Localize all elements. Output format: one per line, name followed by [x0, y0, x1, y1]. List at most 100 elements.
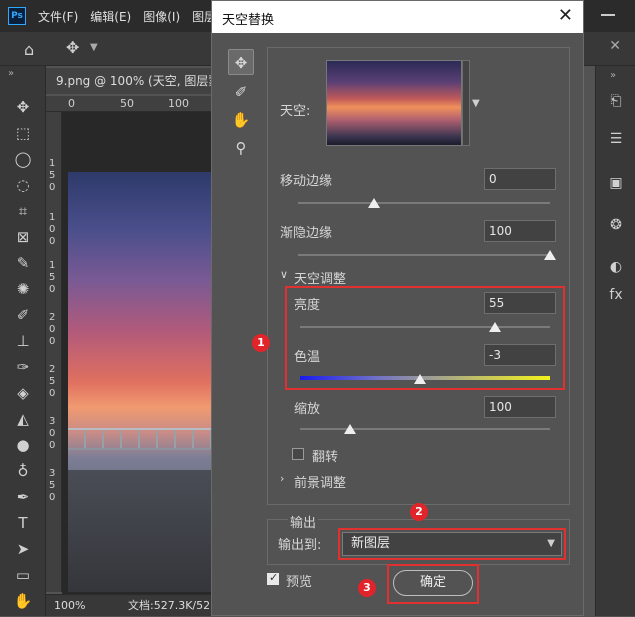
output-header: 输出	[288, 512, 319, 531]
ruler-label: 3	[49, 468, 56, 479]
document-tab[interactable]: 9.png @ 100% (天空, 图层蒙版	[46, 68, 216, 94]
healing-icon[interactable]: ✺	[12, 278, 34, 300]
eyedropper-icon[interactable]: ✎	[12, 252, 34, 274]
photoshop-logo: Ps	[8, 7, 26, 25]
step-badge-3: 3	[358, 579, 376, 597]
fade-edge-input[interactable]: 100	[484, 220, 556, 242]
scale-slider-thumb[interactable]	[344, 424, 356, 434]
libraries-panel-icon[interactable]: ▣	[605, 172, 627, 194]
ruler-label: 0	[49, 492, 56, 503]
properties-panel-icon[interactable]: ☰	[605, 128, 627, 150]
chevron-down-icon[interactable]: ∨	[280, 268, 288, 281]
crop-icon[interactable]: ⌗	[12, 200, 34, 222]
ruler-label: 1	[49, 260, 56, 271]
move-icon[interactable]: ✥	[12, 96, 34, 118]
history-brush-icon[interactable]: ✑	[12, 356, 34, 378]
sky-label: 天空:	[280, 104, 311, 119]
ruler-label: 0	[49, 440, 56, 451]
sky-settings-group: 天空: ▼ 移动边缘 0 渐隐边缘 100 ∨ 天空调整 亮度 55 色温 -3…	[267, 47, 570, 505]
type-icon[interactable]: T	[12, 512, 34, 534]
adjustments-panel-icon[interactable]: ◐	[605, 256, 627, 278]
preview-label: 预览	[286, 575, 313, 590]
stamp-icon[interactable]: ⊥	[12, 330, 34, 352]
path-select-icon[interactable]: ➤	[12, 538, 34, 560]
sky-preset-thumbnail[interactable]	[326, 60, 462, 146]
zoom-icon[interactable]: ⚲	[228, 135, 254, 161]
ruler-label: 0	[68, 97, 75, 110]
ruler-label: 0	[49, 388, 56, 399]
preview-checkbox[interactable]	[267, 571, 279, 585]
fx-icon[interactable]: fx	[605, 284, 627, 306]
eraser-icon[interactable]: ◈	[12, 382, 34, 404]
ruler-label: 2	[49, 364, 56, 375]
dialog-titlebar[interactable]: 天空替换 ✕	[212, 1, 583, 33]
close-icon[interactable]: ✕	[558, 5, 573, 26]
menu-file[interactable]: 文件(F)	[38, 8, 78, 25]
ruler-label: 0	[49, 224, 56, 235]
ruler-horizontal: 0 50 100	[46, 96, 216, 112]
hand-icon[interactable]: ✋	[12, 590, 34, 612]
shape-icon[interactable]: ▭	[12, 564, 34, 586]
frame-icon[interactable]: ⊠	[12, 226, 34, 248]
ruler-label: 50	[120, 97, 134, 110]
highlight-box-1	[285, 286, 565, 390]
sky-preset-scrollbar[interactable]	[462, 60, 470, 146]
quick-select-icon[interactable]: ◌	[12, 174, 34, 196]
paint-bucket-icon[interactable]: ◭	[12, 408, 34, 430]
ruler-label: 1	[49, 212, 56, 223]
ok-button[interactable]: 确定	[393, 570, 473, 596]
collapse-icon[interactable]: »	[610, 70, 616, 81]
chevron-down-icon[interactable]: ▼	[90, 42, 98, 53]
ruler-label: 0	[49, 284, 56, 295]
move-edge-slider[interactable]	[298, 202, 550, 204]
fade-edge-label: 渐隐边缘	[280, 226, 333, 241]
chevron-down-icon[interactable]: ▼	[472, 98, 480, 109]
move-edge-slider-thumb[interactable]	[367, 198, 380, 208]
home-icon[interactable]: ⌂	[24, 40, 34, 59]
scale-slider[interactable]	[300, 428, 550, 430]
chevron-right-icon[interactable]: ›	[280, 472, 284, 485]
ruler-label: 0	[49, 324, 56, 335]
scale-label: 缩放	[294, 402, 321, 417]
ruler-label: 1	[49, 158, 56, 169]
sky-move-tool-icon[interactable]: ✥	[228, 49, 254, 75]
history-panel-icon[interactable]: ⎗	[605, 90, 627, 112]
output-to-label: 输出到:	[278, 538, 322, 553]
move-tool-icon[interactable]: ✥	[66, 38, 79, 57]
zoom-level[interactable]: 100%	[54, 595, 85, 617]
lasso-icon[interactable]: ◯	[12, 148, 34, 170]
move-edge-input[interactable]: 0	[484, 168, 556, 190]
scale-input[interactable]: 100	[484, 396, 556, 418]
step-badge-1: 1	[252, 334, 270, 352]
dodge-icon[interactable]: ♁	[12, 460, 34, 482]
close-panel-icon[interactable]: ✕	[609, 38, 621, 54]
marquee-icon[interactable]: ⬚	[12, 122, 34, 144]
brush-icon[interactable]: ✐	[12, 304, 34, 326]
fade-edge-slider[interactable]	[298, 254, 550, 256]
sky-brush-icon[interactable]: ✐	[228, 79, 254, 105]
ruler-label: 0	[49, 236, 56, 247]
menu-edit[interactable]: 编辑(E)	[90, 8, 131, 25]
ruler-label: 0	[49, 182, 56, 193]
ruler-label: 0	[49, 336, 56, 347]
ruler-label: 5	[49, 480, 56, 491]
menu-image[interactable]: 图像(I)	[143, 8, 180, 25]
ruler-label: 0	[49, 428, 56, 439]
move-edge-label: 移动边缘	[280, 174, 333, 189]
ruler-label: 2	[49, 312, 56, 323]
highlight-box-2	[338, 528, 566, 560]
fade-edge-slider-thumb[interactable]	[544, 250, 556, 260]
hand-icon[interactable]: ✋	[228, 107, 254, 133]
minimize-icon[interactable]	[601, 14, 615, 16]
ruler-label: 5	[49, 272, 56, 283]
flip-checkbox[interactable]	[292, 448, 304, 460]
collapse-icon[interactable]: »	[8, 68, 14, 79]
sky-adjust-header[interactable]: 天空调整	[294, 268, 346, 287]
tools-panel: » ✥ ⬚ ◯ ◌ ⌗ ⊠ ✎ ✺ ✐ ⊥ ✑ ◈ ◭ ● ♁ ✒ T ➤ ▭ …	[0, 66, 46, 616]
pen-icon[interactable]: ✒	[12, 486, 34, 508]
guardrail-image	[68, 428, 216, 450]
dialog-title: 天空替换	[222, 13, 275, 28]
blur-icon[interactable]: ●	[12, 434, 34, 456]
foreground-adjust-header[interactable]: 前景调整	[294, 472, 346, 491]
channels-panel-icon[interactable]: ❂	[605, 214, 627, 236]
